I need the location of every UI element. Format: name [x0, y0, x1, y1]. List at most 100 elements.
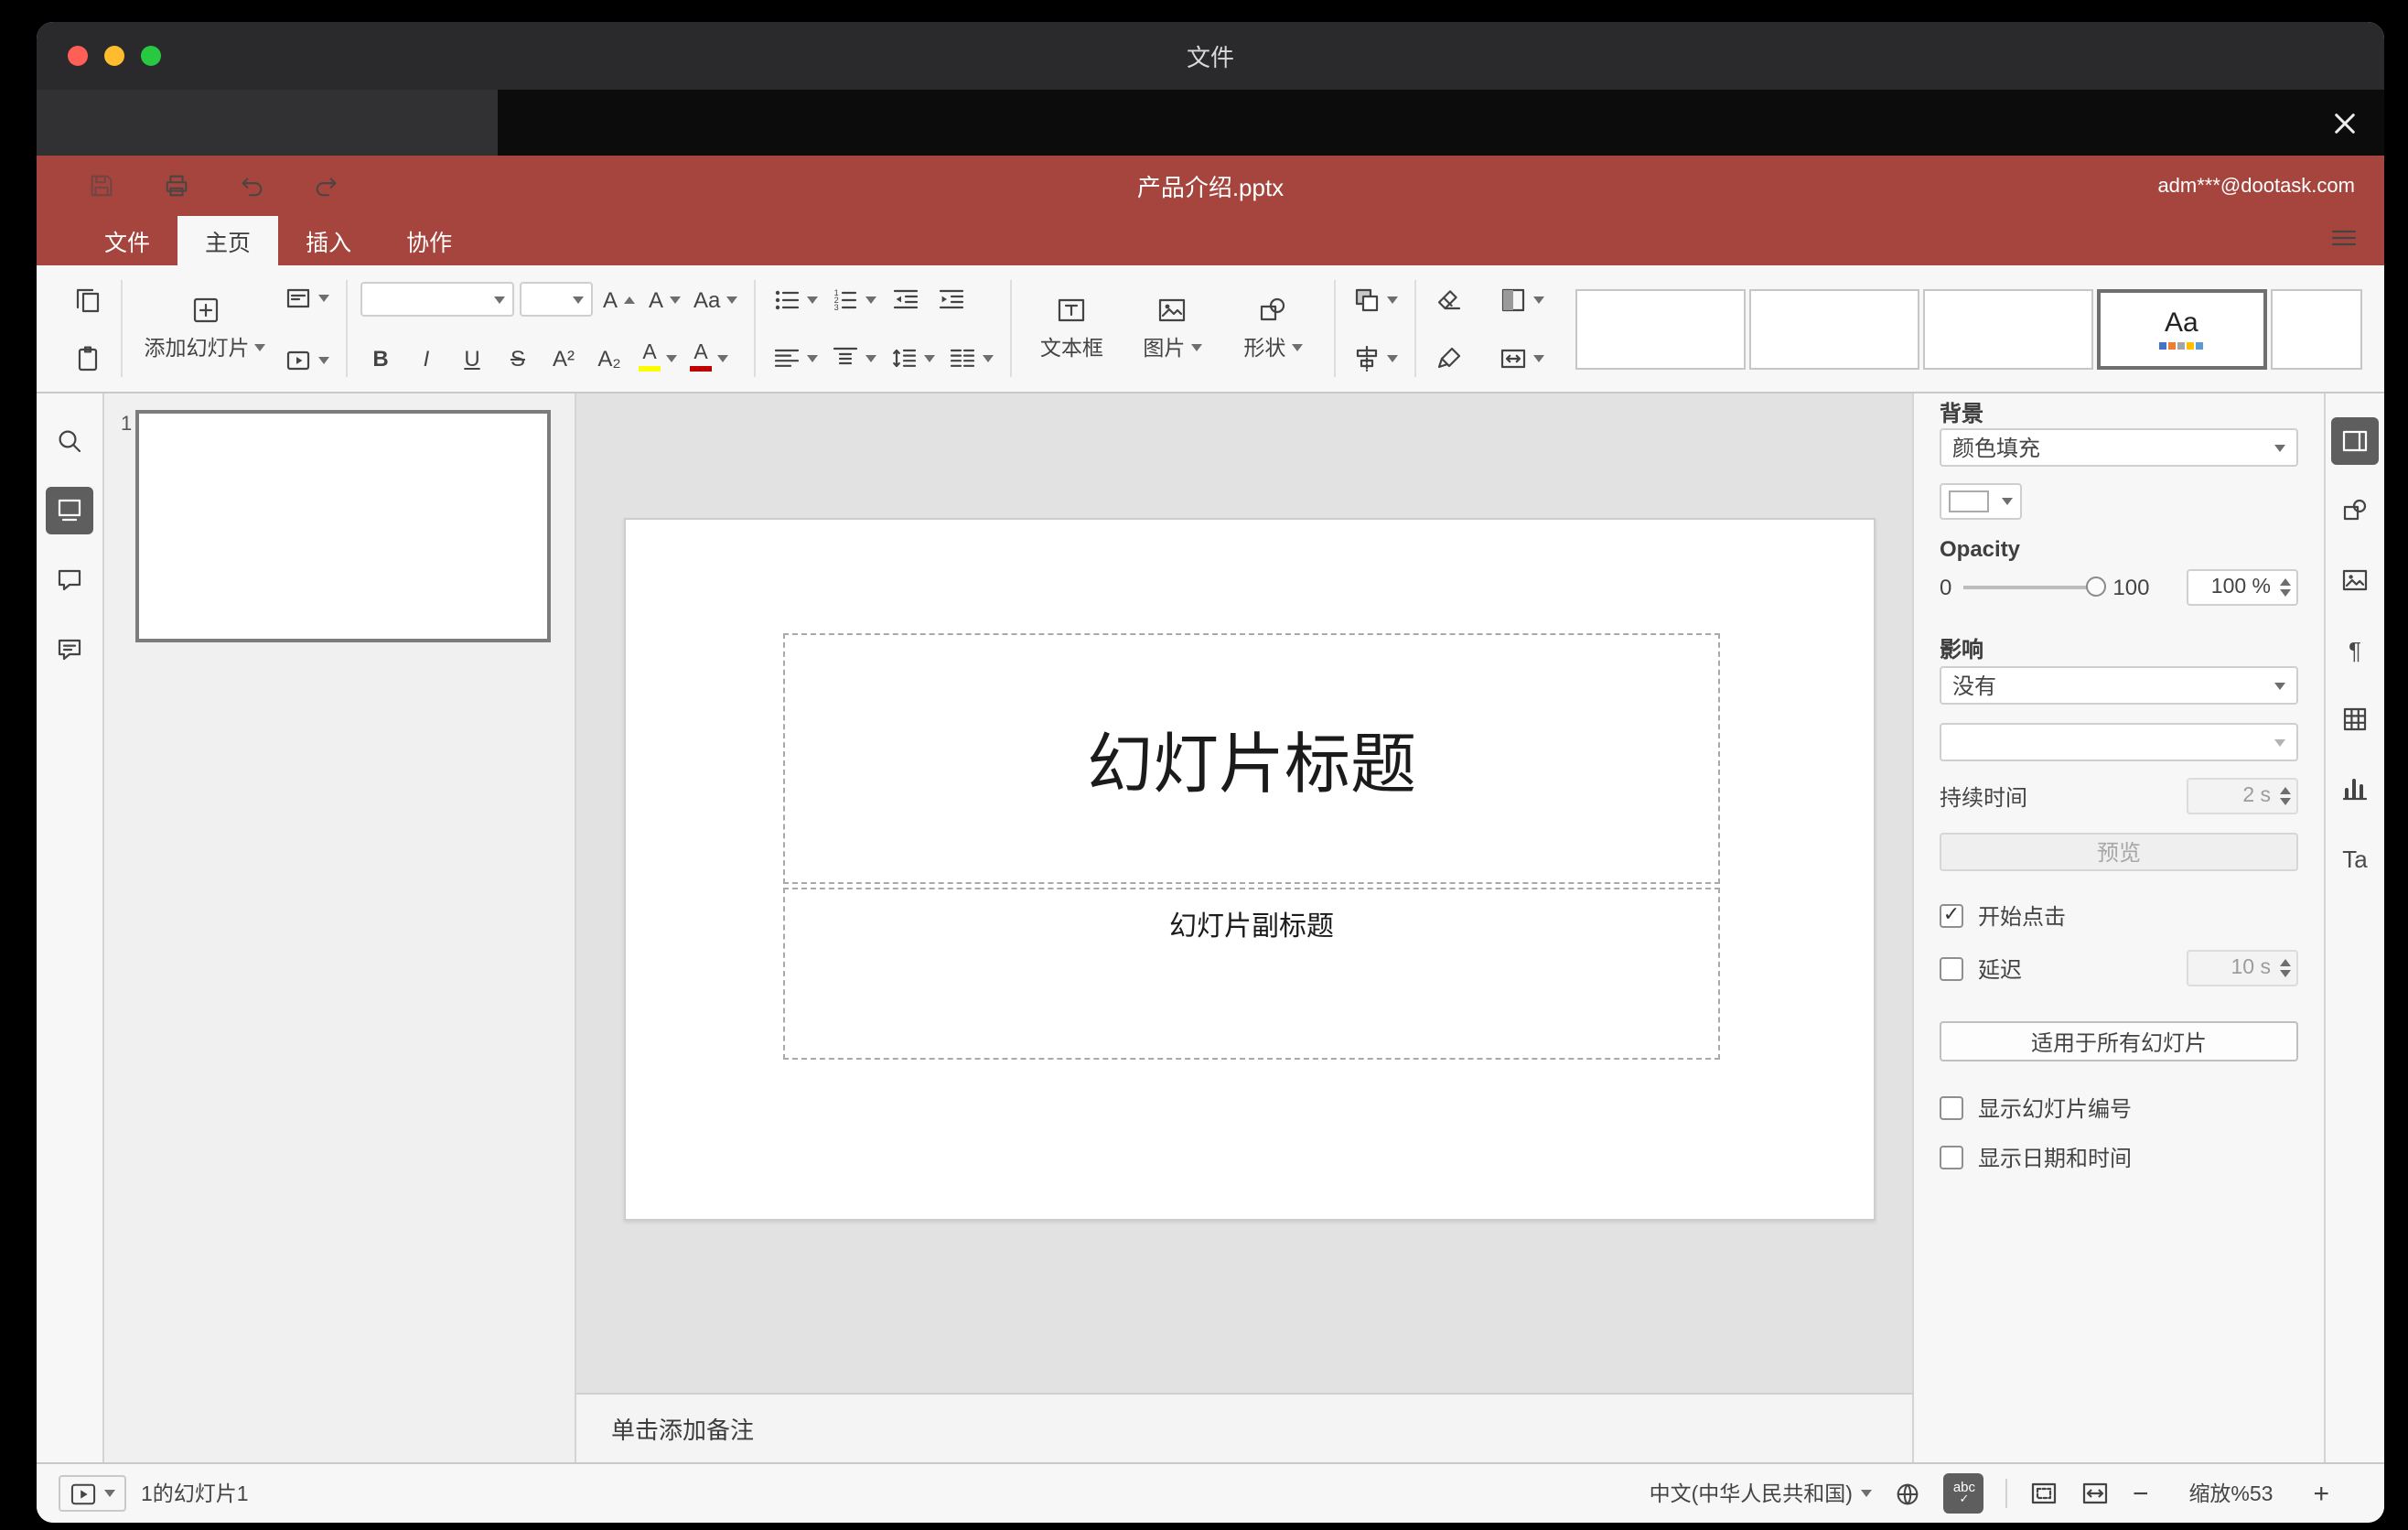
spellcheck-button[interactable]: abc ✓ [1943, 1473, 1984, 1514]
header-menu-button[interactable] [2329, 223, 2359, 253]
underline-button[interactable]: U [452, 338, 492, 378]
theme-option-2[interactable] [1748, 288, 1919, 369]
search-panel-button[interactable] [46, 417, 93, 465]
clear-style-button[interactable] [1428, 279, 1468, 319]
fit-to-width-button[interactable] [2081, 1479, 2111, 1508]
chat-panel-button[interactable] [46, 626, 93, 673]
tab-home[interactable]: 主页 [177, 216, 279, 265]
add-slide-button[interactable]: 添加幻灯片 [135, 277, 274, 380]
notes-area[interactable]: 单击添加备注 [576, 1393, 1912, 1462]
slide-thumbnail[interactable] [135, 410, 551, 642]
apply-to-all-slides-button[interactable]: 适用于所有幻灯片 [1940, 1021, 2298, 1061]
tab-file[interactable]: 文件 [77, 216, 177, 265]
increase-indent-button[interactable] [930, 279, 971, 319]
theme-option-1[interactable] [1575, 288, 1746, 369]
image-settings-button[interactable] [2331, 556, 2379, 604]
decrease-indent-button[interactable] [885, 279, 925, 319]
font-name-select[interactable] [360, 282, 514, 317]
undo-button[interactable] [238, 172, 265, 199]
slide-settings-button[interactable] [2331, 417, 2379, 465]
comments-panel-button[interactable] [46, 556, 93, 604]
set-language-button[interactable] [1895, 1480, 1922, 1507]
decrease-indent-icon [893, 288, 918, 308]
arrange-icon [1355, 287, 1378, 311]
tab-collaboration[interactable]: 协作 [379, 216, 479, 265]
start-preview-button[interactable] [59, 1475, 126, 1512]
font-size-select[interactable] [520, 282, 593, 317]
paragraph-settings-button[interactable]: ¶ [2331, 626, 2379, 673]
show-datetime-checkbox[interactable] [1940, 1146, 1963, 1169]
table-settings-button[interactable] [2331, 695, 2379, 743]
italic-button[interactable]: I [406, 338, 446, 378]
background-color-select[interactable] [1940, 483, 2022, 520]
font-color-icon: A [690, 342, 712, 372]
show-slide-number-checkbox[interactable] [1940, 1096, 1963, 1120]
slide-size-button[interactable] [1494, 338, 1547, 378]
start-on-click-checkbox[interactable]: ✓ [1940, 904, 1963, 928]
traffic-minimize-button[interactable] [104, 46, 124, 66]
change-case-button[interactable]: Aa [690, 279, 740, 319]
slide-layout-button[interactable] [280, 277, 333, 318]
redo-button[interactable] [313, 172, 340, 199]
opacity-input[interactable]: 100 % [2187, 569, 2298, 606]
slide-title-placeholder[interactable]: 幻灯片标题 [783, 633, 1720, 884]
subscript-button[interactable]: A₂ [589, 338, 629, 378]
copy-style-button[interactable] [1428, 338, 1468, 378]
background-fill-select[interactable]: 颜色填充 [1940, 428, 2298, 467]
highlight-color-button[interactable]: A [635, 338, 681, 378]
traffic-close-button[interactable] [68, 46, 88, 66]
slider-track[interactable] [1962, 586, 2102, 589]
duration-input[interactable]: 2 s [2187, 778, 2298, 814]
copy-button[interactable] [68, 279, 108, 319]
bullet-list-button[interactable] [768, 279, 821, 319]
tab-insert[interactable]: 插入 [278, 216, 379, 265]
print-button[interactable] [163, 172, 190, 199]
line-spacing-button[interactable] [885, 338, 938, 378]
increase-font-button[interactable]: A [598, 279, 639, 319]
font-color-button[interactable]: A [686, 338, 732, 378]
theme-option-3[interactable] [1922, 288, 2093, 369]
slide[interactable]: 幻灯片标题 幻灯片副标题 [624, 518, 1876, 1221]
bold-button[interactable]: B [360, 338, 401, 378]
theme-option-selected[interactable]: Aa [2096, 288, 2267, 369]
start-slideshow-button[interactable] [280, 339, 333, 380]
insert-textbox-button[interactable]: 文本框 [1024, 277, 1119, 380]
save-button[interactable] [88, 172, 115, 199]
delay-checkbox[interactable] [1940, 956, 1963, 980]
insert-image-button[interactable]: 图片 [1124, 277, 1220, 380]
spinner [2280, 959, 2291, 977]
horizontal-align-button[interactable] [768, 338, 821, 378]
insert-shape-button[interactable]: 形状 [1225, 277, 1320, 380]
vertical-align-button[interactable] [826, 338, 879, 378]
theme-gallery-expand-button[interactable] [2365, 288, 2366, 369]
textart-settings-button[interactable]: Ta [2331, 835, 2379, 882]
effect-type-select[interactable] [1940, 723, 2298, 761]
traffic-zoom-button[interactable] [141, 46, 161, 66]
opacity-slider[interactable] [1962, 576, 2106, 598]
zoom-in-button[interactable]: + [2313, 1480, 2329, 1507]
language-selector[interactable]: 中文(中华人民共和国) [1650, 1479, 1873, 1508]
numbered-list-button[interactable]: 123 [826, 279, 879, 319]
dialog-close-button[interactable] [2327, 106, 2360, 139]
paste-button[interactable] [68, 338, 108, 378]
slide-subtitle-placeholder[interactable]: 幻灯片副标题 [783, 888, 1720, 1060]
theme-option-5[interactable] [2270, 288, 2362, 369]
chart-settings-button[interactable] [2331, 765, 2379, 813]
shape-settings-button[interactable] [2331, 487, 2379, 534]
arrange-shape-button[interactable] [1348, 279, 1401, 319]
redo-icon [316, 178, 337, 197]
zoom-out-button[interactable]: − [2133, 1480, 2149, 1507]
columns-button[interactable] [943, 338, 996, 378]
slides-panel-button[interactable] [46, 487, 93, 534]
align-shape-button[interactable] [1348, 338, 1401, 378]
fit-to-slide-button[interactable] [2030, 1479, 2059, 1508]
superscript-button[interactable]: A² [543, 338, 584, 378]
decrease-font-button[interactable]: A [644, 279, 684, 319]
effect-select[interactable]: 没有 [1940, 666, 2298, 705]
slider-knob[interactable] [2085, 576, 2106, 597]
color-scheme-button[interactable] [1494, 279, 1547, 319]
shape-align-icon [1356, 344, 1377, 372]
delay-input[interactable]: 10 s [2187, 950, 2298, 986]
strikeout-button[interactable]: S [498, 338, 538, 378]
preview-button[interactable]: 预览 [1940, 833, 2298, 871]
